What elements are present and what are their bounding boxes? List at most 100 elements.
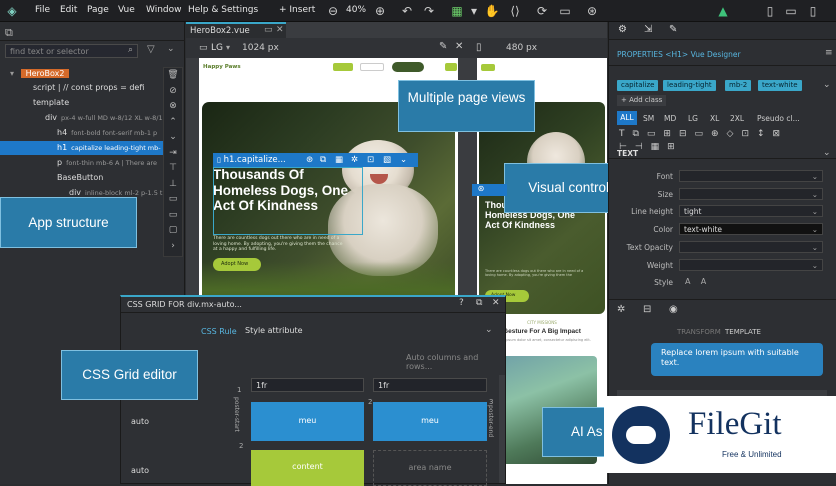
publish-icon[interactable]: ▲: [715, 3, 731, 19]
scrollbar[interactable]: [499, 375, 505, 483]
tree-node[interactable]: template: [0, 96, 163, 110]
menu-icon[interactable]: ≡: [825, 48, 833, 58]
close-icon[interactable]: ✕: [455, 41, 463, 52]
copy-icon[interactable]: ⧉: [320, 153, 326, 167]
breakpoint-2xl[interactable]: 2XL: [730, 114, 744, 123]
panel-toggle-icon[interactable]: ▭: [783, 3, 799, 19]
pseudo-class-select[interactable]: Pseudo cl...: [757, 114, 800, 123]
menu-help[interactable]: Help & Settings: [188, 5, 258, 15]
preview-icon[interactable]: ▭: [557, 3, 573, 19]
down-icon[interactable]: ⌄: [164, 130, 182, 146]
hide-icon[interactable]: ⊗: [164, 99, 182, 115]
column-2-size[interactable]: 1fr: [373, 378, 487, 392]
chevron-down-icon[interactable]: ▾: [466, 3, 482, 19]
mobile-nav-pill[interactable]: [481, 64, 495, 71]
class-chip[interactable]: leading-tight: [663, 80, 716, 91]
property-field[interactable]: ⌄: [679, 170, 823, 182]
breakpoint-all[interactable]: ALL: [617, 111, 637, 125]
column-1-size[interactable]: 1fr: [251, 378, 364, 392]
row-2-size[interactable]: auto: [127, 464, 241, 478]
search-icon[interactable]: ⌕: [128, 45, 133, 55]
menu-vue[interactable]: Vue: [118, 5, 135, 15]
export-icon[interactable]: ⇲: [644, 24, 652, 35]
nav-pill[interactable]: [445, 63, 457, 71]
nav-pill[interactable]: [333, 63, 353, 71]
selection-toolbar[interactable]: ▯ h1.capitalize... ⊛ ⧉ ▦ ✲ ⊡ ▧ ⌄: [213, 153, 418, 167]
search-input[interactable]: find text or selector: [5, 44, 138, 58]
tree-node[interactable]: h1 capitalize leading-tight mb-: [0, 141, 163, 155]
css-rule-select[interactable]: Style attribute: [241, 324, 499, 338]
mobile-selection-icon[interactable]: ⊛: [472, 184, 490, 196]
tree-node[interactable]: p font-thin mb-6 A | There are: [0, 156, 163, 170]
menu-window[interactable]: Window: [146, 5, 182, 15]
device-size[interactable]: LG: [211, 43, 223, 53]
auto-columns-link[interactable]: Auto columns and rows...: [406, 353, 505, 371]
breakpoint-lg[interactable]: LG: [688, 114, 698, 123]
indent-icon[interactable]: ⇥: [164, 146, 182, 162]
sliders-icon[interactable]: ⚙: [618, 24, 627, 35]
chevron-down-icon[interactable]: ⌄: [823, 148, 831, 158]
box-alt-icon[interactable]: ▭: [164, 208, 182, 224]
align-top-icon[interactable]: ⊤: [164, 161, 182, 177]
nav-pill[interactable]: [360, 63, 384, 71]
style-options[interactable]: AA: [685, 277, 716, 286]
hatch-icon[interactable]: ▧: [383, 153, 391, 167]
tree-icon[interactable]: ⧉: [5, 26, 13, 40]
code-icon[interactable]: ⟨⟩: [507, 3, 523, 19]
class-chip[interactable]: text-white: [758, 80, 802, 91]
breakpoint-md[interactable]: MD: [664, 114, 676, 123]
tree-node[interactable]: div px-4 w-full MD w-8/12 XL w-8/12: [0, 111, 163, 125]
property-field[interactable]: ⌄: [679, 240, 823, 253]
chevron-down-icon[interactable]: ⌄: [485, 325, 493, 335]
align-bottom-icon[interactable]: ⊥: [164, 177, 182, 193]
add-class-button[interactable]: + Add class: [617, 95, 667, 106]
chevron-down-icon[interactable]: ⌄: [167, 44, 175, 54]
breakpoint-sm[interactable]: SM: [643, 114, 654, 123]
redo-icon[interactable]: ↷: [421, 3, 437, 19]
menu-page[interactable]: Page: [87, 5, 109, 15]
tree-root-row[interactable]: ▾ HeroBox2: [10, 67, 70, 81]
grid-area-meu[interactable]: meu: [251, 402, 364, 441]
row-1-size[interactable]: auto: [127, 415, 241, 429]
help-icon[interactable]: ?: [459, 298, 464, 308]
palette-icon[interactable]: ◉: [669, 304, 678, 315]
grid-area-content[interactable]: content: [251, 450, 364, 486]
up-icon[interactable]: ⌃: [164, 115, 182, 131]
chevron-down-icon[interactable]: ⌄: [823, 80, 831, 90]
grid-icon[interactable]: ▦: [335, 153, 343, 167]
class-chip[interactable]: capitalize: [617, 80, 659, 91]
insert-button[interactable]: + Insert: [279, 5, 315, 15]
zoom-out-icon[interactable]: ⊖: [325, 3, 341, 19]
menu-file[interactable]: File: [35, 5, 50, 15]
link-icon[interactable]: ⊛: [306, 153, 313, 167]
refresh-icon[interactable]: ⟳: [534, 3, 550, 19]
file-tab[interactable]: HeroBox2.vue ▭ ✕: [186, 22, 286, 38]
tree-node[interactable]: script | // const props = defi: [0, 81, 163, 95]
try-now-button[interactable]: [392, 62, 424, 72]
sidebar-toggle-icon[interactable]: ▯: [805, 3, 821, 19]
code-icon[interactable]: ▭: [264, 25, 273, 35]
brush-icon[interactable]: ✎: [669, 24, 677, 35]
edit-pen-icon[interactable]: ✎: [439, 41, 447, 52]
mobile-icon[interactable]: ▯: [476, 42, 482, 53]
trash-icon[interactable]: 🗑: [164, 68, 182, 84]
magic-icon[interactable]: ✲: [351, 153, 358, 167]
style-toolbar-row2[interactable]: ⊢⊣▦⊞: [619, 142, 829, 152]
laptop-icon[interactable]: ▭: [199, 43, 208, 53]
ai-spark-icon[interactable]: ✲: [617, 304, 625, 315]
settings-icon[interactable]: ⊛: [584, 3, 600, 19]
grid-area-meu[interactable]: meu: [373, 402, 487, 441]
trash-icon[interactable]: ⊡: [367, 153, 374, 167]
tree-node[interactable]: BaseButton: [0, 171, 163, 185]
chevron-down-icon[interactable]: ▾: [226, 43, 230, 52]
tree-node[interactable]: h4 font-bold font-serif mb-1 p: [0, 126, 163, 140]
box-outline-icon[interactable]: ▢: [164, 223, 182, 239]
close-icon[interactable]: ✕: [492, 298, 500, 308]
grid-area-empty[interactable]: area name: [373, 450, 487, 486]
class-chip[interactable]: mb-2: [725, 80, 752, 91]
undo-icon[interactable]: ↶: [399, 3, 415, 19]
chevron-right-icon[interactable]: ›: [164, 239, 182, 255]
hand-icon[interactable]: ✋: [484, 3, 500, 19]
filter-icon[interactable]: ▽: [147, 44, 155, 55]
property-field[interactable]: tight ⌄: [679, 205, 823, 218]
